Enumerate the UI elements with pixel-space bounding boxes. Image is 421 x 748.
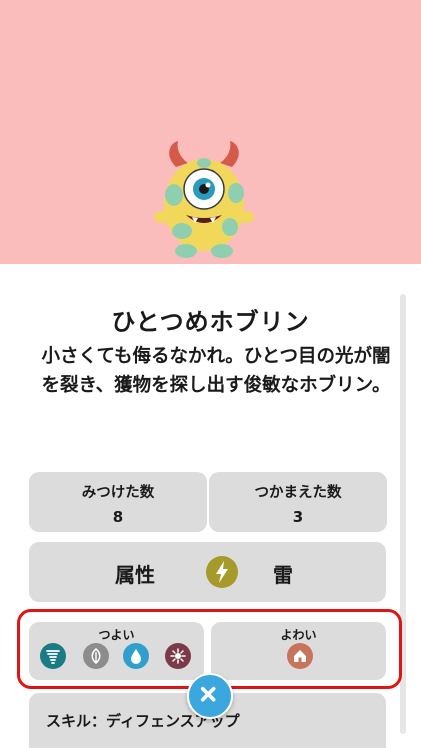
attribute-label: 属性	[115, 563, 155, 587]
caught-count-label: つかまえた数	[254, 485, 342, 501]
lightning-icon	[206, 556, 238, 588]
caught-count-value: 3	[292, 508, 304, 526]
close-icon	[200, 686, 216, 702]
found-count-card: みつけた数 8	[29, 472, 207, 532]
attribute-value: 雷	[273, 563, 293, 587]
monster-name: ひとつめホブリン	[111, 308, 310, 336]
attribute-card: 属性 雷	[29, 542, 386, 602]
found-count-value: 8	[112, 508, 124, 526]
close-button[interactable]	[187, 673, 233, 719]
monster-description: 小さくても侮るなかれ。ひとつ目の光が闇を裂き、獲物を探し出す俊敏なホブリン。	[41, 346, 391, 396]
monster-hero-area	[0, 0, 421, 264]
monster-image	[154, 141, 254, 258]
found-count-label: みつけた数	[81, 485, 155, 501]
caught-count-card: つかまえた数 3	[209, 472, 387, 532]
